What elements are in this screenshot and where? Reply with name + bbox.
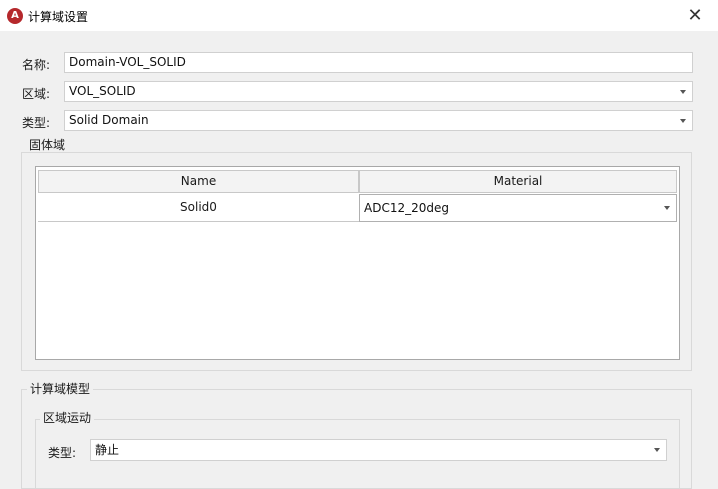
domain-model-group-title: 计算域模型	[27, 382, 94, 396]
close-button[interactable]: ✕	[672, 0, 718, 31]
chevron-down-icon[interactable]	[680, 90, 686, 94]
region-motion-group-title: 区域运动	[40, 411, 95, 425]
region-combobox[interactable]: VOL_SOLID	[64, 81, 693, 102]
name-input[interactable]: Domain-VOL_SOLID	[64, 52, 693, 73]
column-header-name[interactable]: Name	[38, 170, 359, 193]
window-title: 计算域设置	[28, 10, 89, 24]
chevron-down-icon[interactable]	[680, 119, 686, 123]
column-header-material[interactable]: Material	[359, 170, 677, 193]
material-value: ADC12_20deg	[364, 201, 449, 215]
motion-type-combobox[interactable]: 静止	[90, 439, 667, 461]
motion-type-label: 类型:	[48, 446, 77, 460]
region-label: 区域:	[22, 87, 51, 101]
solid-domain-table: Name Material Solid0 ADC12_20deg	[35, 166, 680, 360]
solid-domain-group-title: 固体域	[26, 138, 69, 152]
app-logo-icon: A	[7, 8, 23, 24]
material-combobox[interactable]: ADC12_20deg	[359, 194, 677, 222]
motion-type-value: 静止	[95, 443, 120, 457]
type-combobox[interactable]: Solid Domain	[64, 110, 693, 131]
region-value: VOL_SOLID	[69, 84, 136, 98]
row-divider	[38, 221, 359, 222]
name-label: 名称:	[22, 58, 51, 72]
title-bar: A 计算域设置 ✕	[0, 0, 718, 31]
table-cell-name[interactable]: Solid0	[38, 193, 359, 222]
chevron-down-icon[interactable]	[664, 206, 670, 210]
chevron-down-icon[interactable]	[654, 448, 660, 452]
type-value: Solid Domain	[69, 113, 149, 127]
type-label: 类型:	[22, 116, 51, 130]
